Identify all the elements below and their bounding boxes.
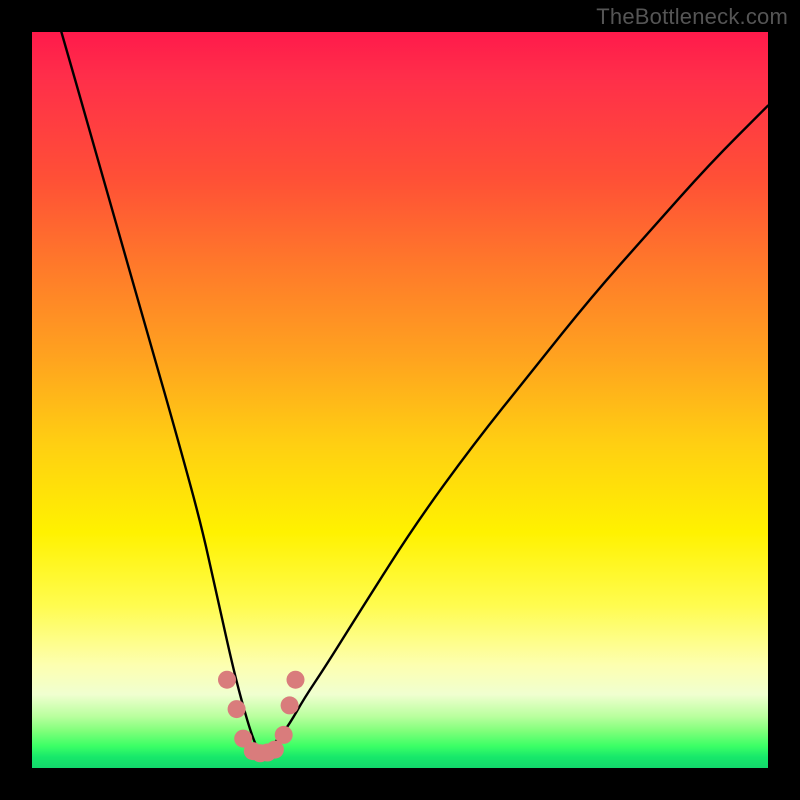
highlight-marker	[228, 700, 246, 718]
highlight-marker	[275, 726, 293, 744]
chart-frame: TheBottleneck.com	[0, 0, 800, 800]
highlight-markers	[218, 671, 305, 763]
curve-layer	[32, 32, 768, 768]
highlight-marker	[287, 671, 305, 689]
bottleneck-curve	[61, 32, 768, 752]
highlight-marker	[218, 671, 236, 689]
highlight-marker	[281, 696, 299, 714]
plot-area	[32, 32, 768, 768]
watermark-text: TheBottleneck.com	[596, 4, 788, 30]
